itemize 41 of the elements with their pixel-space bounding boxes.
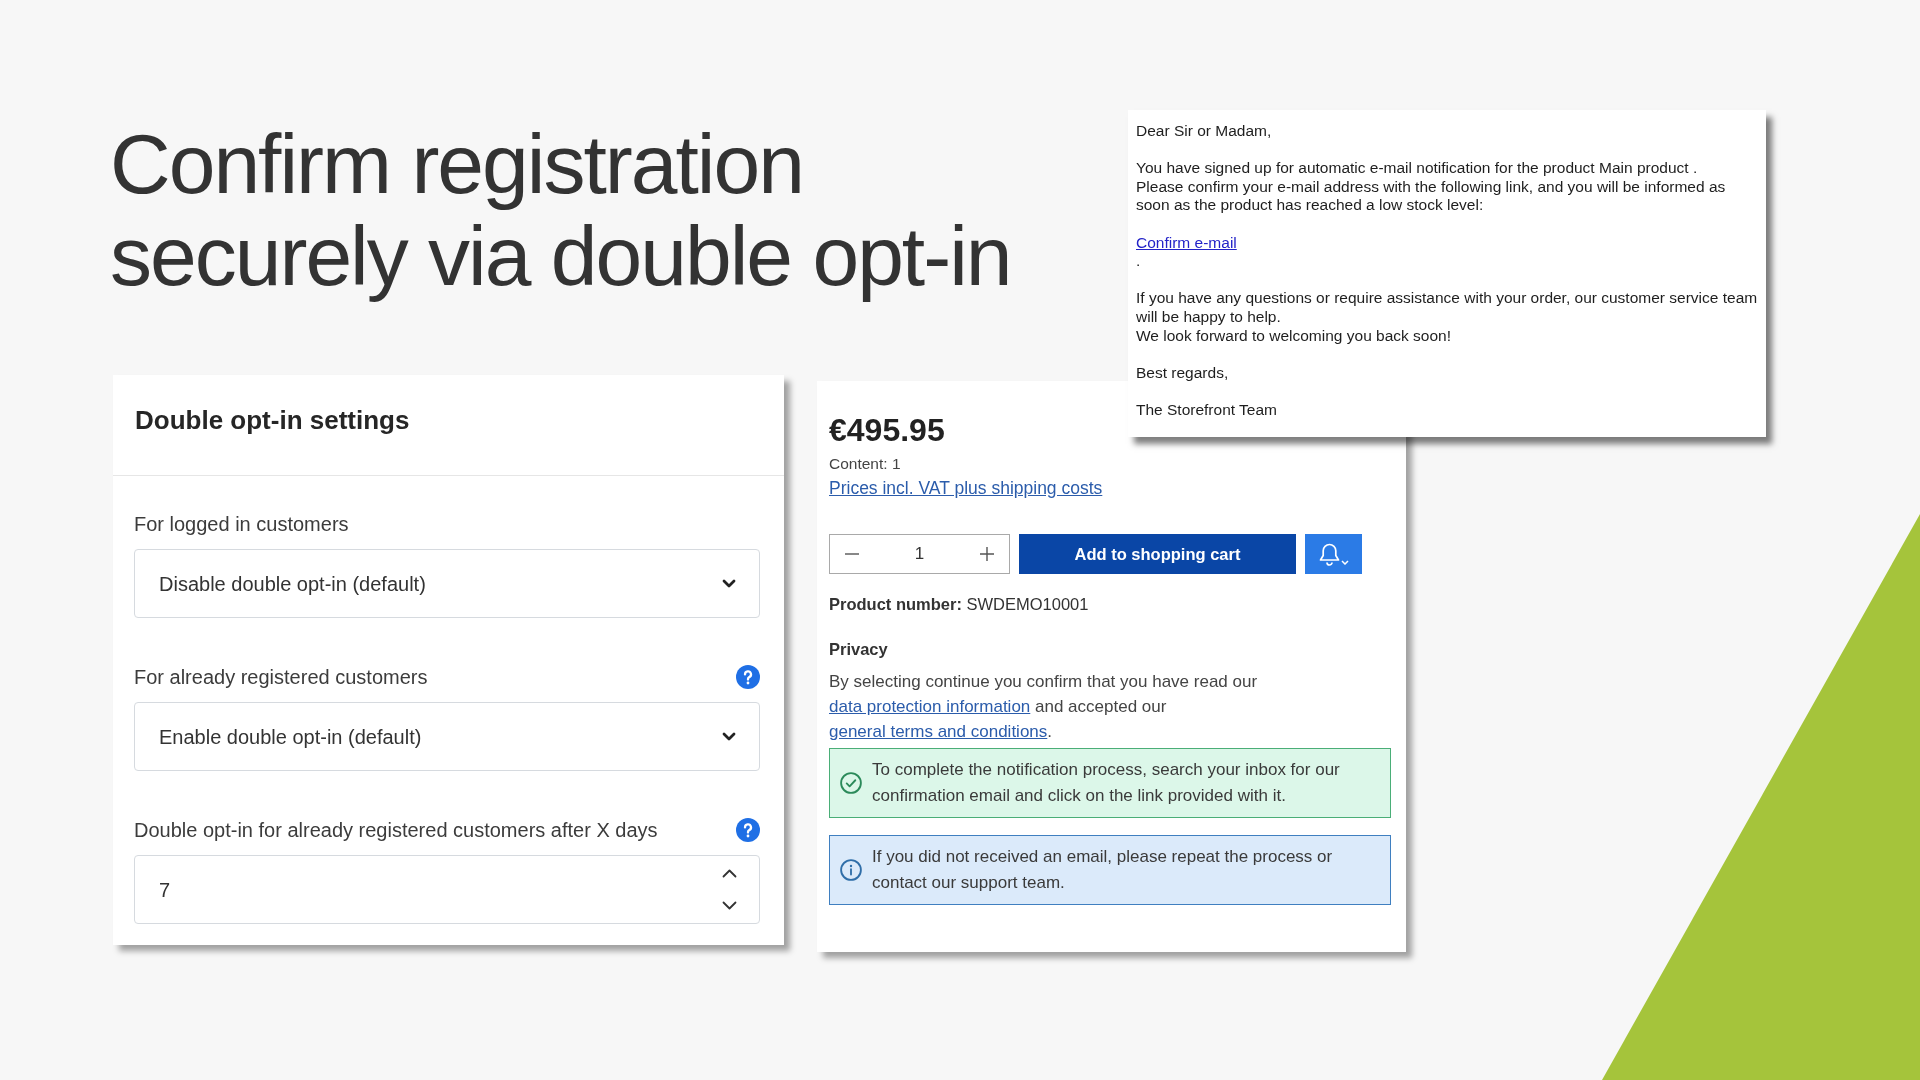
minus-icon [845,553,859,555]
panel-title: Double opt-in settings [135,404,410,436]
slide-title: Confirm registration securely via double opt-in [110,118,1012,302]
help-icon[interactable] [736,665,760,689]
email-paragraph: The Storefront Team [1136,400,1277,420]
product-number: Product number: SWDEMO10001 [829,594,1089,615]
dropdown[interactable]: Disable double opt-in (default) [134,549,760,618]
add-to-cart-button[interactable]: Add to shopping cart [1019,534,1296,574]
privacy-heading: Privacy [829,639,888,660]
check-circle-icon [840,772,862,794]
alert-message: To complete the notification process, search your inbox for our confirmation email and click on the link provided with it. [872,759,1341,807]
info-icon [840,859,862,881]
field-label: Double opt-in for already registered customers after X days [134,818,658,842]
text-link[interactable]: general terms and conditions [829,722,1048,741]
price-info-link[interactable]: Prices incl. VAT plus shipping costs [829,476,1103,500]
privacy-text: By selecting continue you confirm that you have read our data protection information and accepted our general terms and conditions. [829,671,1258,743]
caret-icon [1340,560,1349,565]
quantity-field[interactable]: 1 [874,541,965,567]
bell-icon [1318,542,1340,566]
chevron-up-icon[interactable] [722,869,737,878]
field-label: For already registered customers [134,665,428,689]
content-text: Content: 1 [829,454,901,474]
email-paragraph: Confirm e-mail . [1136,233,1237,271]
email-paragraph: Best regards, [1136,363,1229,383]
alert-message: If you did not received an email, please repeat the process or contact our support team. [872,846,1334,894]
plus-icon [980,547,994,561]
help-icon[interactable] [736,818,760,842]
field-label: For logged in customers [134,512,349,536]
confirm-email-link[interactable]: Confirm e-mail [1136,233,1237,251]
text-link[interactable]: data protection information [829,697,1031,716]
email-paragraph: Dear Sir or Madam, [1136,122,1272,141]
email-paragraph: If you have any questions or require assistance with your order, our customer service team will be happy to help. We look forward to welcoming you back soon! [1136,289,1758,346]
number-field[interactable]: 7 [134,855,760,924]
chevron-down-icon [722,579,736,588]
chevron-down-icon[interactable] [722,901,737,910]
product-price: €495.95 [829,411,945,449]
chevron-down-icon [722,732,736,741]
dropdown[interactable]: Enable double opt-in (default) [134,702,760,771]
email-paragraph: You have signed up for automatic e-mail notification for the product Main product . Please confirm your e-mail address with the following link, and you will be informed as soon as the product has reached a low stock level: [1136,159,1726,215]
notify-button[interactable] [1305,534,1362,574]
quantity-stepper[interactable]: 1 [829,534,1010,574]
